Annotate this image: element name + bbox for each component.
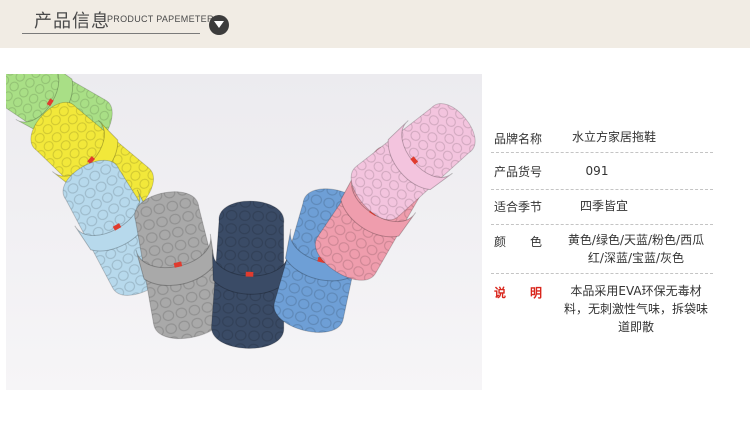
spec-label: 产品货号 [494,165,543,179]
spec-label: 颜 色 [494,235,543,249]
slipper [211,200,289,349]
spec-row-brand: 品牌名称 水立方家居拖鞋 [491,122,713,153]
spec-label: 适合季节 [494,200,543,214]
spec-value: 本品采用EVA环保无毒材料，无刺激性气味，拆袋味道即散 [563,284,708,334]
spec-row-color: 颜 色 黄色/绿色/天蓝/粉色/西瓜红/深蓝/宝蓝/灰色 [491,225,713,274]
spec-row-season: 适合季节 四季皆宜 [491,190,713,225]
spec-row-sku: 产品货号 091 [491,153,713,190]
spec-label: 品牌名称 [494,132,543,146]
title-underline [22,33,200,34]
section-subtitle: PRODUCT PAPEMETERS [107,14,221,24]
section-header: 产品信息 PRODUCT PAPEMETERS [0,0,750,48]
section-title: 产品信息 [34,11,110,32]
chevron-down-circle-icon[interactable] [209,15,229,35]
spec-value: 四季皆宜 [579,199,628,213]
slippers-image [6,74,482,390]
spec-value: 黄色/绿色/天蓝/粉色/西瓜红/深蓝/宝蓝/灰色 [567,233,705,265]
spec-value: 091 [585,164,609,178]
product-photo [6,74,482,390]
spec-row-note: 说 明 本品采用EVA环保无毒材料，无刺激性气味，拆袋味道即散 [491,274,713,338]
spec-label: 说 明 [494,286,543,300]
spec-table: 品牌名称 水立方家居拖鞋 产品货号 091 适合季节 四季皆宜 颜 色 黄色/绿… [491,122,713,338]
spec-value: 水立方家居拖鞋 [571,130,656,144]
